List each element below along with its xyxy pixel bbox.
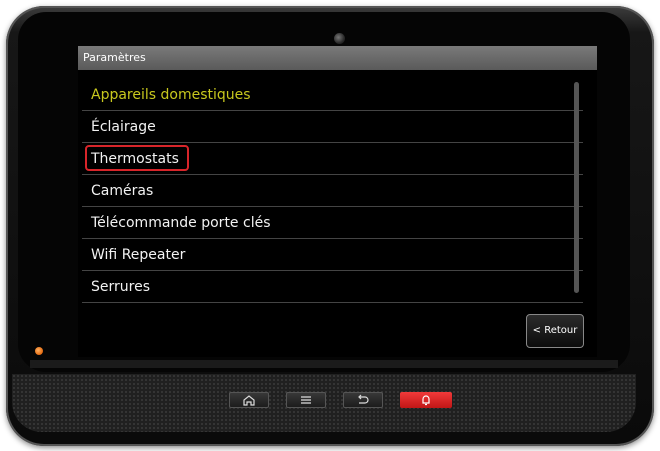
title-bar: Paramètres [78,46,597,70]
settings-menu: Appareils domestiques Éclairage Thermost… [78,79,583,303]
status-led [35,347,43,355]
bezel-bottom-strip [30,360,618,368]
menu-item-label: Caméras [91,183,154,199]
menu-button[interactable] [286,392,326,408]
menu-item-serrures[interactable]: Serrures [82,271,583,303]
menu-scrollbar[interactable] [574,82,579,293]
display-screen: Paramètres Appareils domestiques Éclaira… [78,46,597,357]
back-button[interactable]: < Retour [526,314,584,348]
menu-icon [301,396,311,404]
menu-item-label: Wifi Repeater [91,247,186,263]
menu-item-label: Appareils domestiques [91,87,251,103]
menu-item-label: Serrures [91,279,150,295]
camera-icon [334,33,345,44]
menu-item-eclairage[interactable]: Éclairage [82,111,583,143]
home-icon [243,395,255,406]
menu-item-wifi-repeater[interactable]: Wifi Repeater [82,239,583,271]
menu-item-cameras[interactable]: Caméras [82,175,583,207]
menu-item-thermostats[interactable]: Thermostats [82,143,583,175]
menu-item-label: Éclairage [91,119,156,135]
menu-item-appareils-domestiques[interactable]: Appareils domestiques [82,79,583,111]
menu-item-telecommande[interactable]: Télécommande porte clés [82,207,583,239]
back-button-label: < Retour [532,325,578,336]
menu-item-label: Thermostats [91,151,179,167]
alarm-bell-icon [422,395,430,406]
back-arrow-icon [358,394,369,404]
menu-item-label: Télécommande porte clés [91,215,271,231]
page-title: Paramètres [83,51,146,64]
home-button[interactable] [229,392,269,408]
back-hardware-button[interactable] [343,392,383,408]
alarm-button[interactable] [400,392,452,408]
